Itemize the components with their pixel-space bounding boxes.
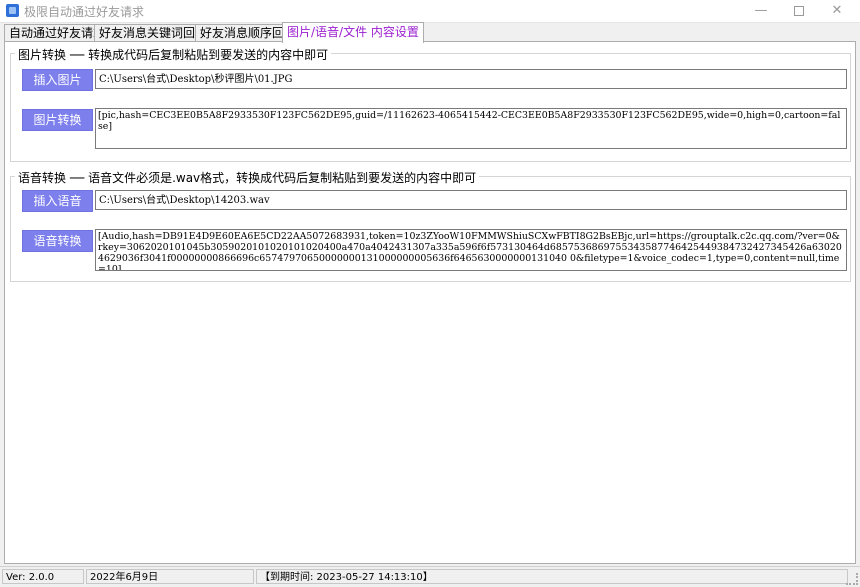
voice-code-output[interactable]: [Audio,hash=DB91E4D9E60EA6E5CD22AA507268…	[95, 229, 847, 271]
voice-conversion-group: 语音转换 ── 语音文件必须是.wav格式，转换成代码后复制粘贴到要发送的内容中…	[10, 169, 851, 282]
title-bar: 极限自动通过好友请求 — ✕	[0, 0, 860, 23]
minimize-button[interactable]: —	[746, 0, 776, 22]
build-date-label: 2022年6月9日	[86, 569, 254, 584]
version-label: Ver: 2.0.0	[2, 569, 84, 584]
image-conversion-group: 图片转换 ── 转换成代码后复制粘贴到要发送的内容中即可 插入图片 C:\Use…	[10, 46, 851, 162]
image-path-field[interactable]: C:\Users\台式\Desktop\秒评图片\01.JPG	[95, 69, 847, 89]
voice-group-title: 语音转换 ── 语音文件必须是.wav格式，转换成代码后复制粘贴到要发送的内容中…	[15, 169, 480, 186]
maximize-icon	[794, 5, 804, 16]
image-code-output[interactable]: [pic,hash=CEC3EE0B5A8F2933530F123FC562DE…	[95, 108, 847, 149]
status-bar: Ver: 2.0.0 2022年6月9日 【到期时间: 2023-05-27 1…	[0, 566, 860, 587]
app-icon	[6, 4, 19, 17]
insert-voice-button[interactable]: 插入语音	[22, 190, 93, 212]
insert-image-button[interactable]: 插入图片	[22, 69, 93, 91]
convert-image-button[interactable]: 图片转换	[22, 109, 93, 131]
image-group-title: 图片转换 ── 转换成代码后复制粘贴到要发送的内容中即可	[15, 46, 332, 63]
convert-voice-button[interactable]: 语音转换	[22, 230, 93, 252]
tab-panel: 图片转换 ── 转换成代码后复制粘贴到要发送的内容中即可 插入图片 C:\Use…	[4, 41, 856, 564]
close-button[interactable]: ✕	[822, 0, 852, 22]
expiry-label: 【到期时间: 2023-05-27 14:13:10】	[256, 569, 848, 584]
resize-grip-icon[interactable]	[846, 573, 858, 585]
maximize-button[interactable]	[784, 0, 814, 22]
voice-path-field[interactable]: C:\Users\台式\Desktop\14203.wav	[95, 190, 847, 210]
tab-media-settings[interactable]: 图片/语音/文件 内容设置	[282, 22, 424, 43]
window-title: 极限自动通过好友请求	[24, 5, 145, 19]
